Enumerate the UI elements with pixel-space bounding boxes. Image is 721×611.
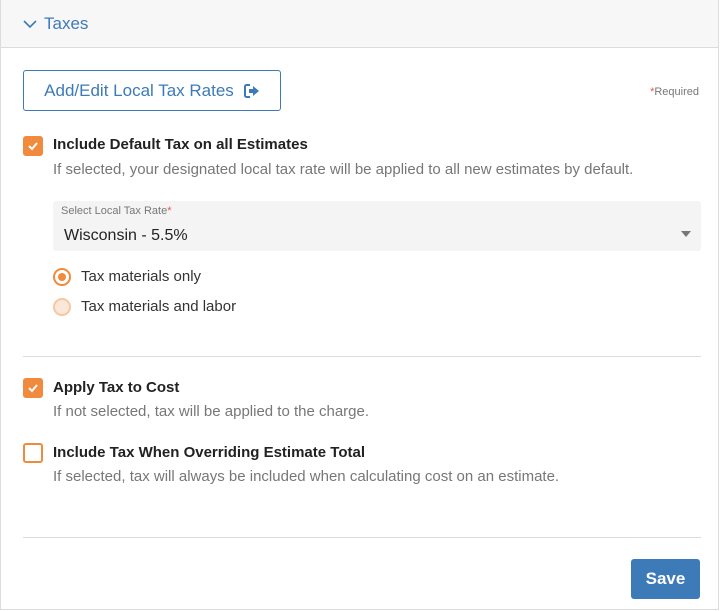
tax-materials-only-radio[interactable] <box>53 268 71 286</box>
chevron-down-icon[interactable] <box>23 17 37 31</box>
include-default-tax-checkbox[interactable] <box>23 136 43 156</box>
select-label-text: Select Local Tax Rate <box>61 205 168 217</box>
divider <box>23 356 701 357</box>
dropdown-caret-icon[interactable] <box>681 231 691 237</box>
apply-tax-to-cost-checkbox[interactable] <box>23 378 43 398</box>
required-text: Required <box>654 86 699 98</box>
sign-out-icon <box>243 83 260 98</box>
section-title[interactable]: Taxes <box>44 14 88 34</box>
select-required-asterisk: * <box>167 205 172 217</box>
include-tax-override-checkbox[interactable] <box>23 443 43 463</box>
divider <box>23 537 701 538</box>
tax-materials-and-labor-radio[interactable] <box>53 298 71 316</box>
local-tax-rate-select[interactable]: Select Local Tax Rate* Wisconsin - 5.5% <box>53 201 701 251</box>
apply-tax-to-cost-help: If not selected, tax will be applied to … <box>53 403 370 420</box>
tax-materials-only-label[interactable]: Tax materials only <box>81 268 201 285</box>
required-note: *Required <box>650 86 699 98</box>
checkmark-icon <box>28 142 38 151</box>
include-tax-override-help: If selected, tax will always be included… <box>53 468 560 485</box>
checkmark-icon <box>28 384 38 393</box>
apply-tax-to-cost-label[interactable]: Apply Tax to Cost <box>53 379 179 396</box>
save-button[interactable]: Save <box>631 559 700 599</box>
add-edit-local-tax-rates-button[interactable]: Add/Edit Local Tax Rates <box>23 70 281 111</box>
tax-materials-and-labor-label[interactable]: Tax materials and labor <box>81 298 236 315</box>
add-edit-local-tax-rates-label: Add/Edit Local Tax Rates <box>44 80 234 100</box>
taxes-panel: Taxes Add/Edit Local Tax Rates *Required… <box>0 0 719 610</box>
include-default-tax-help: If selected, your designated local tax r… <box>53 161 634 178</box>
include-default-tax-label[interactable]: Include Default Tax on all Estimates <box>53 136 308 153</box>
section-header[interactable]: Taxes <box>1 0 718 48</box>
include-tax-override-label[interactable]: Include Tax When Overriding Estimate Tot… <box>53 444 365 461</box>
local-tax-rate-value: Wisconsin - 5.5% <box>64 227 188 244</box>
local-tax-rate-select-label: Select Local Tax Rate* <box>61 205 171 217</box>
